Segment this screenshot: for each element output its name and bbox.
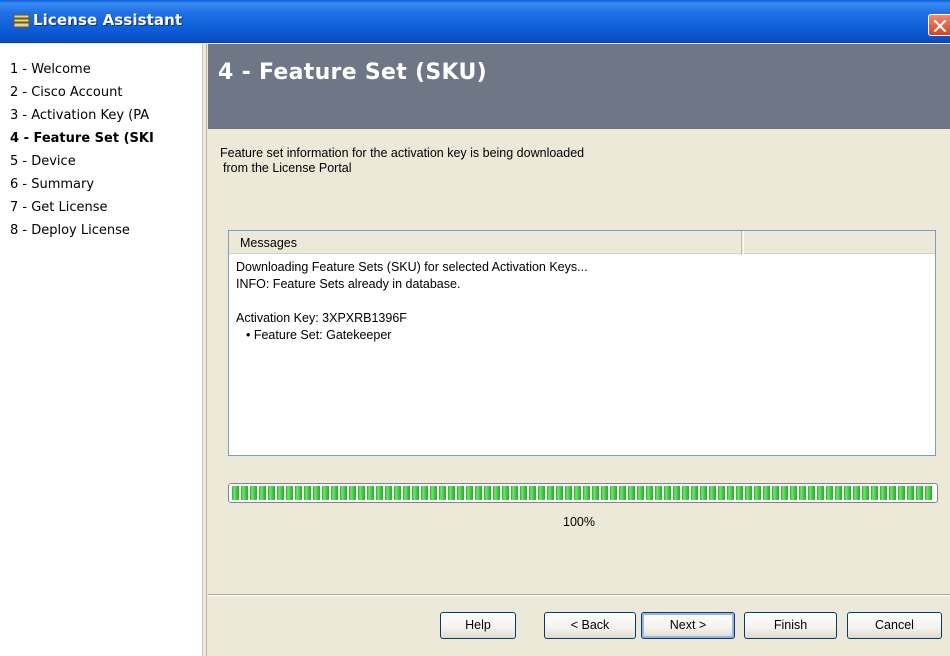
next-button[interactable]: Next >: [641, 612, 735, 639]
wizard-steps-list: 1 - Welcome 2 - Cisco Account 3 - Activa…: [0, 44, 202, 242]
close-button[interactable]: [928, 14, 950, 36]
splitter-handle[interactable]: [203, 44, 207, 656]
description-line-2: from the License Portal: [223, 161, 352, 175]
messages-table-header: Messages: [229, 231, 935, 255]
message-line-bullet: • Feature Set: Gatekeeper: [246, 328, 392, 342]
footer-divider: [208, 594, 950, 596]
sidebar-item-device[interactable]: 5 - Device: [10, 150, 195, 173]
column-header-messages[interactable]: Messages: [229, 231, 742, 255]
finish-button[interactable]: Finish: [744, 612, 837, 639]
description-line-1: Feature set information for the activati…: [220, 146, 585, 160]
column-header-empty[interactable]: [743, 231, 935, 255]
download-progress-bar: [228, 483, 938, 503]
message-line: Downloading Feature Sets (SKU) for selec…: [236, 260, 588, 274]
sidebar-item-deploy-license[interactable]: 8 - Deploy License: [10, 219, 195, 242]
window-titlebar[interactable]: License Assistant: [0, 0, 950, 43]
message-line: Activation Key: 3XPXRB1396F: [236, 311, 407, 325]
sidebar-item-welcome[interactable]: 1 - Welcome: [10, 58, 195, 81]
close-icon: [933, 19, 947, 33]
page-title: 4 - Feature Set (SKU): [218, 60, 487, 85]
page-description: Feature set information for the activati…: [220, 146, 720, 176]
page-header: 4 - Feature Set (SKU): [208, 44, 950, 129]
sidebar-item-get-license[interactable]: 7 - Get License: [10, 196, 195, 219]
progress-fill: [232, 486, 934, 500]
progress-percentage: 100%: [563, 515, 595, 529]
sidebar-item-activation-key[interactable]: 3 - Activation Key (PA: [10, 104, 195, 127]
window-title: License Assistant: [33, 11, 183, 29]
sidebar-item-summary[interactable]: 6 - Summary: [10, 173, 195, 196]
help-button[interactable]: Help: [440, 612, 516, 639]
back-button[interactable]: < Back: [544, 612, 636, 639]
messages-log: Downloading Feature Sets (SKU) for selec…: [229, 255, 935, 344]
cancel-button[interactable]: Cancel: [847, 612, 942, 639]
sidebar-item-feature-set[interactable]: 4 - Feature Set (SKI: [10, 127, 195, 150]
message-line: INFO: Feature Sets already in database.: [236, 277, 461, 291]
messages-table[interactable]: Messages Downloading Feature Sets (SKU) …: [228, 230, 936, 456]
main-panel: 4 - Feature Set (SKU) Feature set inform…: [208, 44, 950, 656]
message-line-blank: [236, 293, 935, 310]
sidebar-item-cisco-account[interactable]: 2 - Cisco Account: [10, 81, 195, 104]
wizard-steps-sidebar: 1 - Welcome 2 - Cisco Account 3 - Activa…: [0, 44, 203, 656]
license-assistant-app-icon: [13, 14, 30, 28]
